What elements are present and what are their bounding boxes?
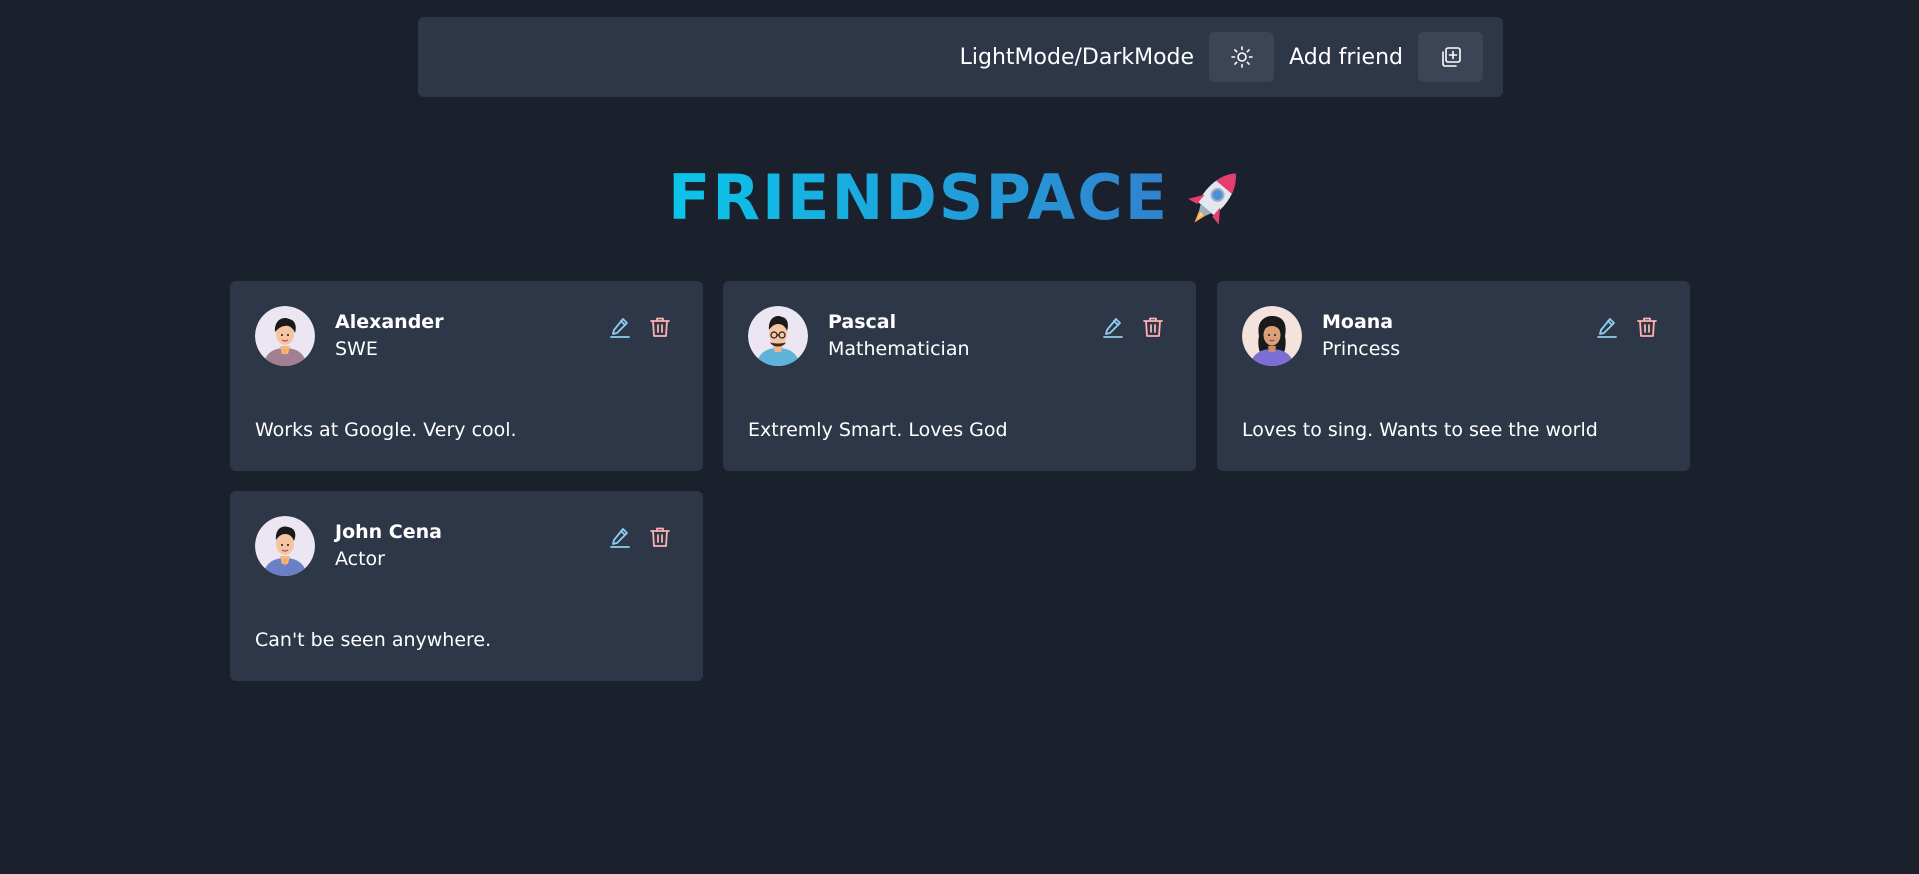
friend-description: Works at Google. Very cool. (255, 419, 517, 441)
man-avatar-icon (255, 306, 315, 366)
page-title-text: FRIENDSPACE (668, 158, 1169, 238)
delete-button[interactable] (1141, 315, 1165, 339)
pencil-icon (610, 528, 630, 548)
friend-card: Alexander SWE Works at Google. Very cool… (230, 281, 703, 471)
edit-button[interactable] (608, 525, 632, 549)
friend-card: John Cena Actor Can't be seen anywhere. (230, 491, 703, 681)
friend-name: Alexander (335, 311, 444, 333)
trash-icon (650, 527, 670, 547)
sun-icon (1230, 46, 1253, 68)
pencil-icon (1597, 318, 1617, 338)
friend-description: Extremly Smart. Loves God (748, 419, 1008, 441)
friend-card: Moana Princess Loves to sing. Wants to s… (1217, 281, 1690, 471)
friend-description: Loves to sing. Wants to see the world (1242, 419, 1598, 441)
edit-button[interactable] (1595, 315, 1619, 339)
theme-toggle-label: LightMode/DarkMode (959, 44, 1195, 70)
avatar (1242, 306, 1302, 366)
friend-name: John Cena (335, 521, 442, 543)
friend-job: Mathematician (828, 338, 970, 360)
pencil-icon (610, 318, 630, 338)
edit-button[interactable] (608, 315, 632, 339)
delete-button[interactable] (648, 315, 672, 339)
avatar (255, 306, 315, 366)
friend-job: Princess (1322, 338, 1401, 360)
page-title: FRIENDSPACE (0, 158, 1919, 238)
friend-job: SWE (335, 338, 378, 360)
friend-description: Can't be seen anywhere. (255, 629, 492, 651)
woman-avatar-icon (1242, 306, 1302, 366)
rocket-icon (1188, 173, 1236, 225)
friend-name: Moana (1322, 311, 1394, 333)
friend-job: Actor (335, 548, 385, 570)
delete-button[interactable] (648, 525, 672, 549)
friend-name: Pascal (828, 311, 897, 333)
delete-button[interactable] (1635, 315, 1659, 339)
man-with-glasses-avatar-icon (748, 306, 808, 366)
add-friend-button[interactable] (1418, 32, 1483, 82)
add-square-icon (1441, 47, 1461, 67)
man-avatar-icon (255, 516, 315, 576)
add-friend-label: Add friend (1289, 44, 1403, 70)
edit-button[interactable] (1101, 315, 1125, 339)
theme-toggle-button[interactable] (1209, 32, 1275, 82)
trash-icon (1143, 317, 1163, 337)
avatar (748, 306, 808, 366)
trash-icon (1637, 317, 1657, 337)
friend-card: Pascal Mathematician Extremly Smart. Lov… (723, 281, 1196, 471)
pencil-icon (1103, 318, 1123, 338)
top-navbar: LightMode/DarkMode Add friend (418, 17, 1503, 97)
trash-icon (650, 317, 670, 337)
avatar (255, 516, 315, 576)
